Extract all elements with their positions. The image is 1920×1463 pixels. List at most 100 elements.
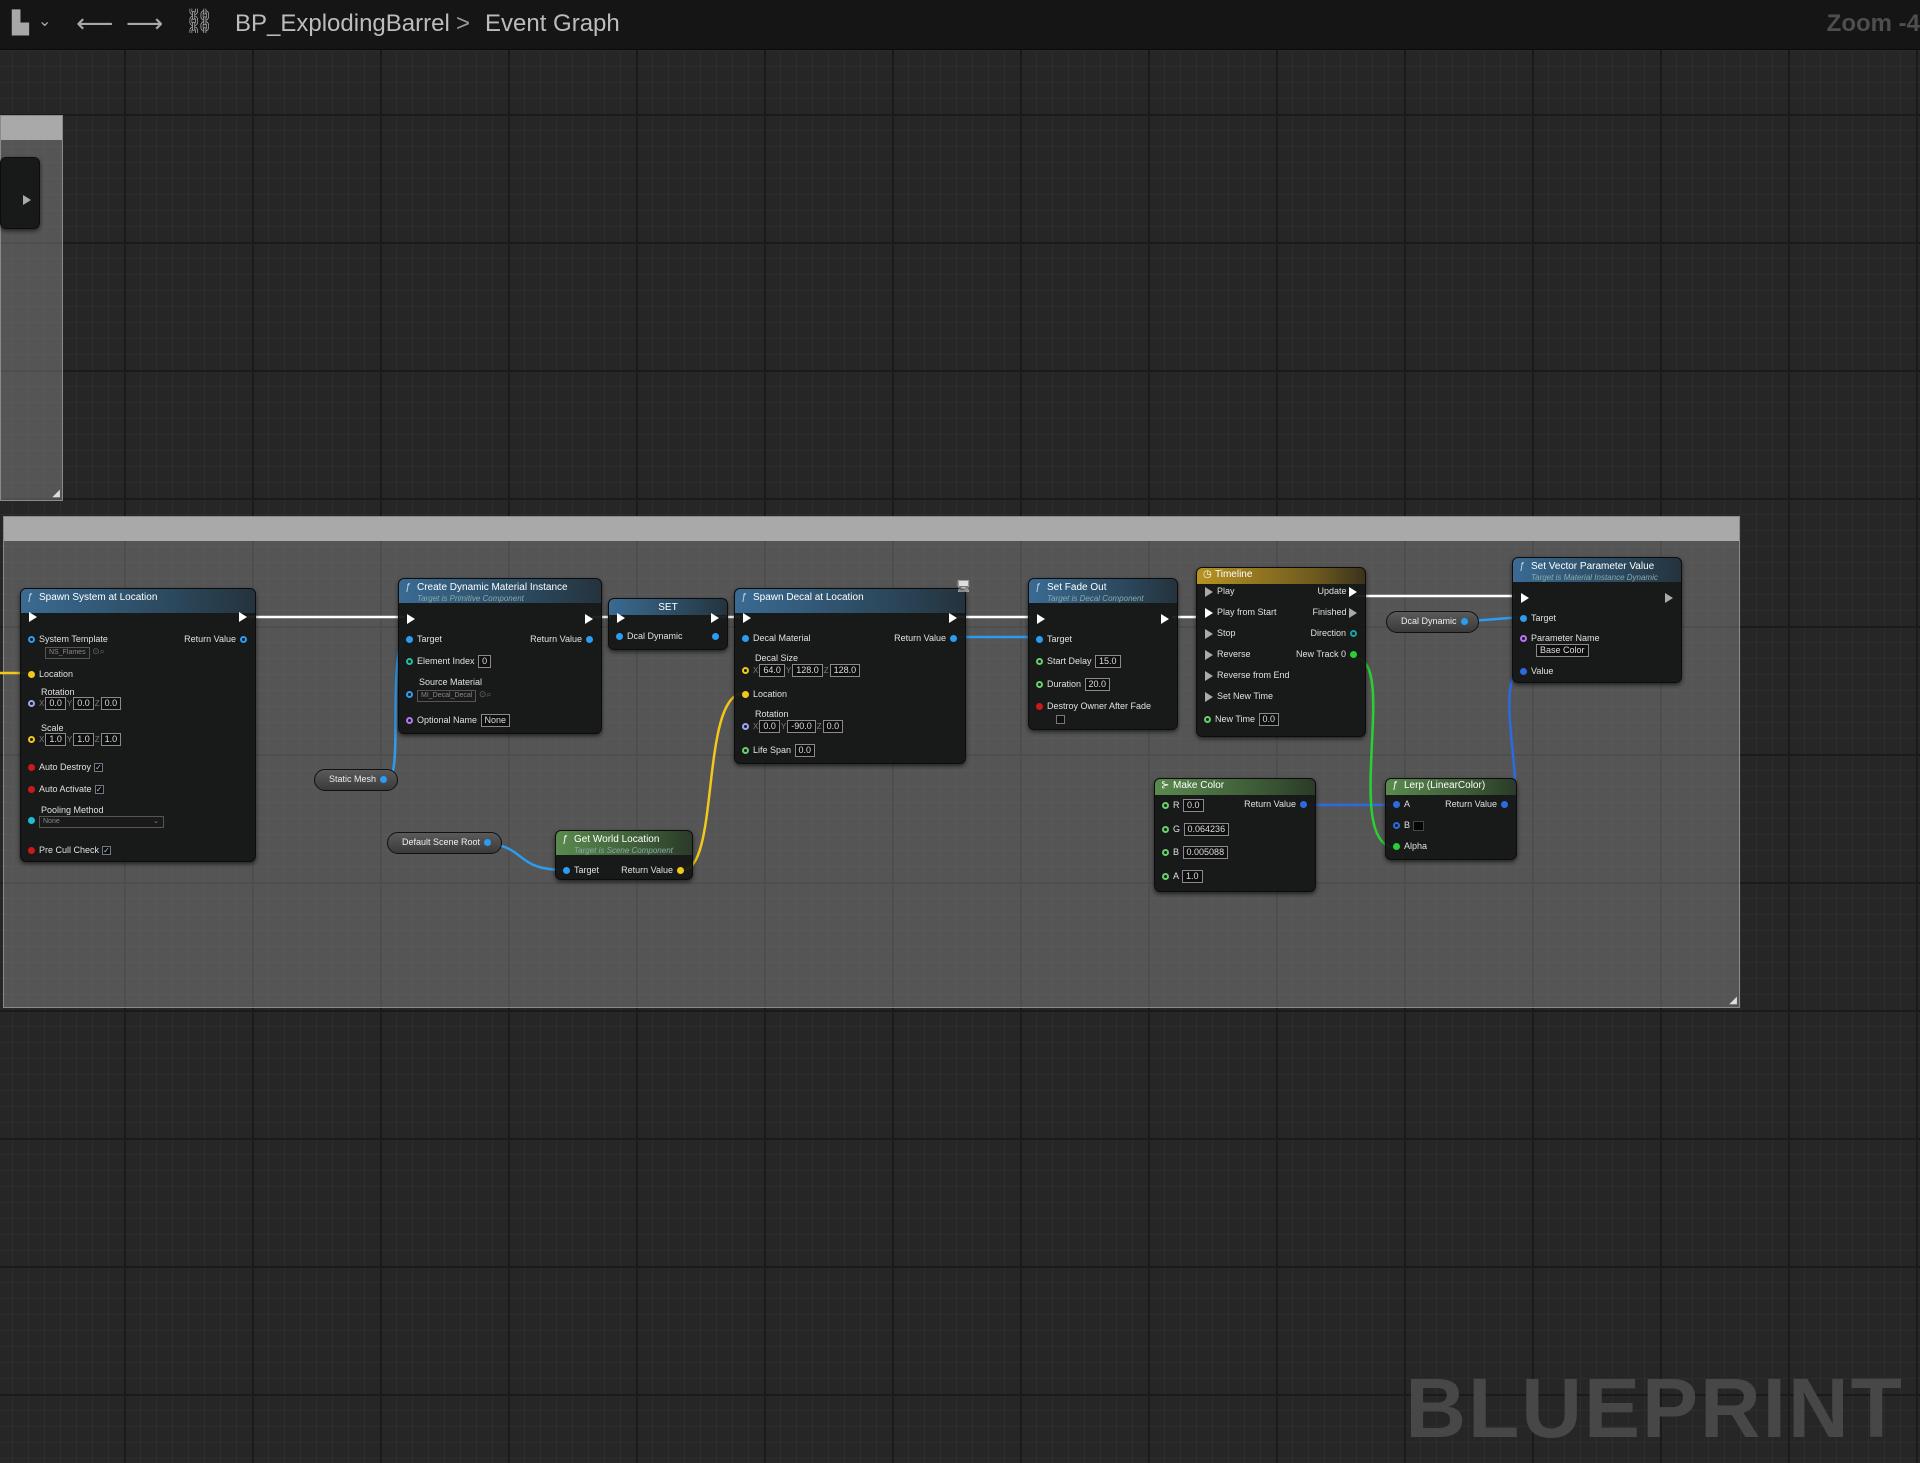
auto-activate-pin[interactable]: Auto Activate ✓ [28,784,104,795]
variable-getter-default-scene-root[interactable]: Default Scene Root [387,832,503,854]
node-header[interactable]: ƒ Create Dynamic Material Instance Target … [399,579,601,603]
rot-y-field[interactable]: -90.0 [787,720,816,733]
node-create-dynamic-material-instance[interactable]: ƒ Create Dynamic Material Instance Target … [398,578,602,734]
new-time-pin[interactable]: New Time 0.0 [1204,713,1280,726]
return-value-pin[interactable]: Return Value [621,865,684,875]
alpha-pin[interactable]: Alpha [1393,841,1427,851]
pre-cull-pin[interactable]: Pre Cull Check ✓ [28,845,112,856]
node-set-fade-out[interactable]: ƒ Set Fade Out Target is Decal Component T… [1028,578,1178,730]
direction-pin[interactable]: Direction [1310,628,1357,638]
breadcrumb-root[interactable]: BP_ExplodingBarrel [235,10,450,38]
set-new-time-pin[interactable]: Set New Time [1205,691,1273,702]
node-get-world-location[interactable]: ƒ Get World Location Target is Scene Compo… [555,830,693,880]
dcal-dynamic-pin[interactable]: Dcal Dynamic [616,631,683,641]
parameter-name-field[interactable]: Base Color [1536,644,1589,657]
node-set-vector-parameter-value[interactable]: ƒ Set Vector Parameter Value Target is Mat… [1512,557,1682,683]
scale-y-field[interactable]: 1.0 [73,733,94,746]
reverse-from-end-pin[interactable]: Reverse from End [1205,670,1290,681]
node-timeline[interactable]: ◷ Timeline Play Play from Start Stop Reve… [1196,567,1366,737]
browse-icon[interactable]: ⊙ [92,646,100,656]
source-material-pin[interactable]: MI_Decal_Decal ⊙⌕ [406,689,491,702]
g-field[interactable]: 0.064236 [1183,823,1230,836]
rot-x-field[interactable]: 0.0 [759,720,780,733]
node-header[interactable]: ƒ Set Fade Out Target is Decal Component [1029,579,1177,603]
parameter-name-pin[interactable]: Parameter Name [1520,633,1600,643]
system-template-pin[interactable]: System Template [28,634,108,644]
exec-in-pin[interactable] [1037,613,1045,624]
life-span-field[interactable]: 0.0 [794,744,816,757]
target-pin[interactable]: Target [563,865,599,875]
rot-y-field[interactable]: 0.0 [73,697,94,710]
exec-out-pin[interactable] [585,613,593,624]
value-pin[interactable]: Value [1520,666,1553,676]
checkbox-icon[interactable]: ✓ [102,846,112,856]
target-pin[interactable]: Target [406,634,442,644]
b-pin[interactable]: B 0.005088 [1162,846,1229,859]
chevron-down-icon[interactable]: ⌄ [38,14,51,30]
node-header[interactable]: ƒ Set Vector Parameter Value Target is Mat… [1513,558,1681,582]
duration-pin[interactable]: Duration 20.0 [1036,678,1111,691]
node-header[interactable]: ◷ Timeline [1197,568,1365,584]
arrow-right-icon[interactable]: ⟶ [126,10,163,36]
b-pin[interactable]: B [1393,820,1424,831]
r-pin[interactable]: R 0.0 [1162,799,1205,812]
search-icon[interactable]: ⌕ [100,646,105,656]
return-value-pin[interactable]: Return Value [184,634,247,644]
b-field[interactable]: 0.005088 [1182,846,1229,859]
node-spawn-decal-at-location[interactable]: ƒ Spawn Decal at Location 🖥 Decal Materia… [734,579,971,764]
rot-x-field[interactable]: 0.0 [45,697,66,710]
scale-x-field[interactable]: 1.0 [45,733,66,746]
color-swatch[interactable] [1412,820,1424,831]
element-index-pin[interactable]: Element Index 0 [406,655,492,668]
location-pin[interactable]: Location [742,689,787,699]
return-value-pin[interactable]: Return Value [1244,799,1307,809]
node-spawn-system-at-location[interactable]: ƒ Spawn System at Location System Templat… [20,588,256,862]
destroy-owner-checkbox[interactable] [1053,714,1065,725]
node-header[interactable]: ƒ Lerp (LinearColor) [1386,779,1516,795]
optional-name-field[interactable]: None [480,714,511,727]
g-pin[interactable]: G 0.064236 [1162,823,1230,836]
node-lerp-linear-color[interactable]: ƒ Lerp (LinearColor) A Return Value B Alp… [1385,778,1517,860]
exec-out-pin[interactable] [239,611,247,622]
arrow-left-icon[interactable]: ⟵ [76,10,113,36]
decal-material-pin[interactable]: Decal Material [742,633,811,643]
a-pin[interactable]: A 1.0 [1162,870,1204,883]
asset-picker[interactable]: MI_Decal_Decal [417,690,477,702]
exec-in-pin[interactable] [743,612,751,623]
return-value-pin[interactable]: Return Value [894,633,957,643]
optional-name-pin[interactable]: Optional Name None [406,714,511,727]
pooling-pin[interactable]: None ⌄ [28,815,164,828]
variable-getter-dcal-dynamic[interactable]: Dcal Dynamic [1386,611,1479,633]
exec-out-pin[interactable] [949,612,957,623]
exec-out-pin[interactable] [1161,613,1169,624]
auto-destroy-pin[interactable]: Auto Destroy ✓ [28,762,104,773]
checkbox-icon[interactable]: ✓ [94,785,104,795]
return-value-pin[interactable]: Return Value [1445,799,1508,809]
play-from-start-pin[interactable]: Play from Start [1205,607,1277,618]
location-pin[interactable]: Location [28,669,73,679]
rotation-pin[interactable]: X 0.0 Y -90.0 Z 0.0 [742,720,844,733]
exec-in-pin[interactable] [407,613,415,624]
a-pin[interactable]: A [1393,799,1410,809]
stop-pin[interactable]: Stop [1205,628,1236,639]
size-x-field[interactable]: 64.0 [759,664,785,677]
node-make-color[interactable]: ⊱ Make Color R 0.0 Return Value G 0.06423… [1154,778,1316,892]
new-time-field[interactable]: 0.0 [1258,713,1280,726]
rot-z-field[interactable]: 0.0 [100,697,122,710]
exec-in-pin[interactable] [1521,592,1529,603]
variable-getter-static-mesh[interactable]: Static Mesh [314,769,399,791]
scale-pin[interactable]: X 1.0 Y 1.0 Z 1.0 [28,733,122,746]
node-header[interactable]: ƒ Spawn Decal at Location [735,589,965,613]
asset-picker[interactable]: NS_Flames [45,647,90,659]
node-header[interactable]: ⊱ Make Color [1155,779,1315,795]
target-pin[interactable]: Target [1520,613,1556,623]
destroy-owner-pin[interactable]: Destroy Owner After Fade [1036,701,1151,711]
exec-in-pin[interactable] [29,611,37,622]
finished-pin[interactable]: Finished [1312,607,1357,618]
node-header[interactable]: ƒ Spawn System at Location [21,589,255,613]
life-span-pin[interactable]: Life Span 0.0 [742,744,816,757]
element-index-field[interactable]: 0 [478,655,492,668]
target-pin[interactable]: Target [1036,634,1072,644]
node-header[interactable]: ƒ Get World Location Target is Scene Compo… [556,831,692,855]
start-delay-pin[interactable]: Start Delay 15.0 [1036,655,1122,668]
